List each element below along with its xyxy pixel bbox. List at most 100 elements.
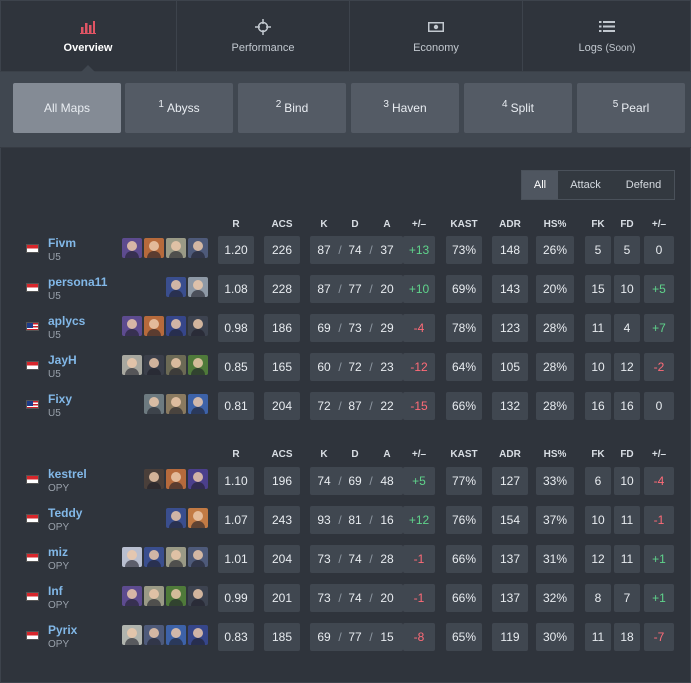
- column-header-hs[interactable]: HS%: [544, 219, 567, 230]
- agent-portrait-icon[interactable]: [166, 625, 186, 645]
- agent-portrait-icon[interactable]: [122, 238, 142, 258]
- map-haven[interactable]: 3 Haven: [351, 83, 459, 133]
- column-header-r[interactable]: R: [232, 219, 239, 230]
- agent-portrait-icon[interactable]: [144, 547, 164, 567]
- agent-portrait-icon[interactable]: [188, 508, 208, 528]
- agent-portrait-icon[interactable]: [188, 277, 208, 297]
- column-header-fpm[interactable]: +/–: [652, 219, 666, 230]
- column-header-d[interactable]: D: [351, 219, 358, 230]
- agent-portrait-icon[interactable]: [122, 547, 142, 567]
- player-name-link[interactable]: Pyrix: [48, 623, 77, 637]
- agent-portrait-icon[interactable]: [188, 469, 208, 489]
- stat-kast: 77%: [446, 467, 482, 495]
- agent-portrait-icon[interactable]: [166, 355, 186, 375]
- agent-portrait-icon[interactable]: [188, 238, 208, 258]
- column-header-fd[interactable]: FD: [620, 449, 633, 460]
- column-header-kast[interactable]: KAST: [450, 449, 477, 460]
- agent-portrait-icon[interactable]: [122, 355, 142, 375]
- player-name-link[interactable]: Inf: [48, 584, 63, 598]
- agent-portrait-icon[interactable]: [144, 238, 164, 258]
- stat-pm: +5: [403, 467, 435, 495]
- agent-portrait-icon[interactable]: [166, 394, 186, 414]
- map-selector: All Maps 1 Abyss 2 Bind 3 Haven 4 Split 5 Pea…: [0, 72, 691, 148]
- player-name-link[interactable]: Fixy: [48, 392, 72, 406]
- side-label: All: [533, 179, 547, 191]
- stat-acs: 196: [264, 467, 300, 495]
- stat-d: 69: [348, 474, 362, 488]
- stat-a: 48: [380, 474, 394, 488]
- column-header-a[interactable]: A: [383, 449, 390, 460]
- agent-portrait-icon[interactable]: [166, 316, 186, 336]
- agent-portrait-icon[interactable]: [122, 586, 142, 606]
- map-pearl[interactable]: 5 Pearl: [577, 83, 685, 133]
- agent-portrait-icon[interactable]: [166, 547, 186, 567]
- tab-economy[interactable]: Economy: [350, 0, 523, 71]
- column-header-k[interactable]: K: [320, 449, 327, 460]
- stat-kast: 66%: [446, 392, 482, 420]
- agent-portrait-icon[interactable]: [144, 469, 164, 489]
- side-attack-button[interactable]: Attack: [558, 171, 613, 199]
- agent-portrait-icon[interactable]: [188, 586, 208, 606]
- player-name-link[interactable]: Teddy: [48, 506, 82, 520]
- agent-portrait-icon[interactable]: [144, 586, 164, 606]
- player-name-link[interactable]: aplycs: [48, 314, 85, 328]
- agent-portrait-icon[interactable]: [166, 277, 186, 297]
- tab-logs[interactable]: Logs (Soon): [523, 0, 691, 71]
- agent-portrait-icon[interactable]: [188, 394, 208, 414]
- player-row: JayH U5 0.85 165 -12 64% 105 28% 10 12 -2 60 / 72 / 23: [0, 353, 691, 385]
- column-header-fpm[interactable]: +/–: [652, 449, 666, 460]
- agent-portrait-icon[interactable]: [144, 394, 164, 414]
- player-row: kestrel OPY 1.10 196 +5 77% 127 33% 6 10 -4 74 / 69 / 4…: [0, 467, 691, 499]
- tab-overview[interactable]: Overview: [0, 0, 177, 72]
- tab-performance[interactable]: Performance: [177, 0, 350, 71]
- agent-portrait-icon[interactable]: [144, 355, 164, 375]
- player-name-link[interactable]: kestrel: [48, 467, 87, 481]
- agent-portrait-icon[interactable]: [122, 625, 142, 645]
- column-header-fk[interactable]: FK: [591, 219, 604, 230]
- agent-portrait-icon[interactable]: [188, 355, 208, 375]
- column-header-k[interactable]: K: [320, 219, 327, 230]
- side-defend-button[interactable]: Defend: [613, 171, 674, 199]
- player-row: persona11 U5 1.08 228 +10 69% 143 20% 15 10 +5 87 / 7…: [0, 275, 691, 307]
- column-header-hs[interactable]: HS%: [544, 449, 567, 460]
- player-name-link[interactable]: JayH: [48, 353, 77, 367]
- agent-portrait-icon[interactable]: [166, 238, 186, 258]
- agent-portrait-icon[interactable]: [166, 469, 186, 489]
- column-header-pm[interactable]: +/–: [412, 449, 426, 460]
- agent-portrait-icon[interactable]: [188, 316, 208, 336]
- agent-portrait-icon[interactable]: [122, 316, 142, 336]
- player-name-link[interactable]: persona11: [48, 275, 107, 289]
- map-split[interactable]: 4 Split: [464, 83, 572, 133]
- column-header-a[interactable]: A: [383, 219, 390, 230]
- column-header-acs[interactable]: ACS: [271, 449, 292, 460]
- agent-portrait-icon[interactable]: [166, 508, 186, 528]
- player-name-link[interactable]: Fivm: [48, 236, 76, 250]
- agent-portrait-icon[interactable]: [144, 625, 164, 645]
- agent-portrait-icon[interactable]: [144, 316, 164, 336]
- agent-portrait-icon[interactable]: [188, 547, 208, 567]
- column-header-kast[interactable]: KAST: [450, 219, 477, 230]
- stat-kda: 69 / 77 / 15: [310, 623, 403, 651]
- map-abyss[interactable]: 1 Abyss: [125, 83, 233, 133]
- tab-label: Economy: [413, 41, 459, 54]
- stat-acs: 186: [264, 314, 300, 342]
- agent-portrait-icon[interactable]: [188, 625, 208, 645]
- stat-adr: 132: [492, 392, 528, 420]
- stat-pm: -12: [403, 353, 435, 381]
- map-bind[interactable]: 2 Bind: [238, 83, 346, 133]
- side-all-button[interactable]: All: [522, 171, 558, 199]
- player-name-link[interactable]: miz: [48, 545, 68, 559]
- column-header-d[interactable]: D: [351, 449, 358, 460]
- column-header-adr[interactable]: ADR: [499, 449, 521, 460]
- map-all-maps[interactable]: All Maps: [13, 83, 121, 133]
- stat-adr: 119: [492, 623, 528, 651]
- column-header-r[interactable]: R: [232, 449, 239, 460]
- column-header-adr[interactable]: ADR: [499, 219, 521, 230]
- stat-fd: 7: [614, 584, 640, 612]
- column-header-acs[interactable]: ACS: [271, 219, 292, 230]
- column-header-fd[interactable]: FD: [620, 219, 633, 230]
- agent-portrait-icon[interactable]: [166, 586, 186, 606]
- column-header-pm[interactable]: +/–: [412, 219, 426, 230]
- stat-fk: 5: [585, 236, 611, 264]
- column-header-fk[interactable]: FK: [591, 449, 604, 460]
